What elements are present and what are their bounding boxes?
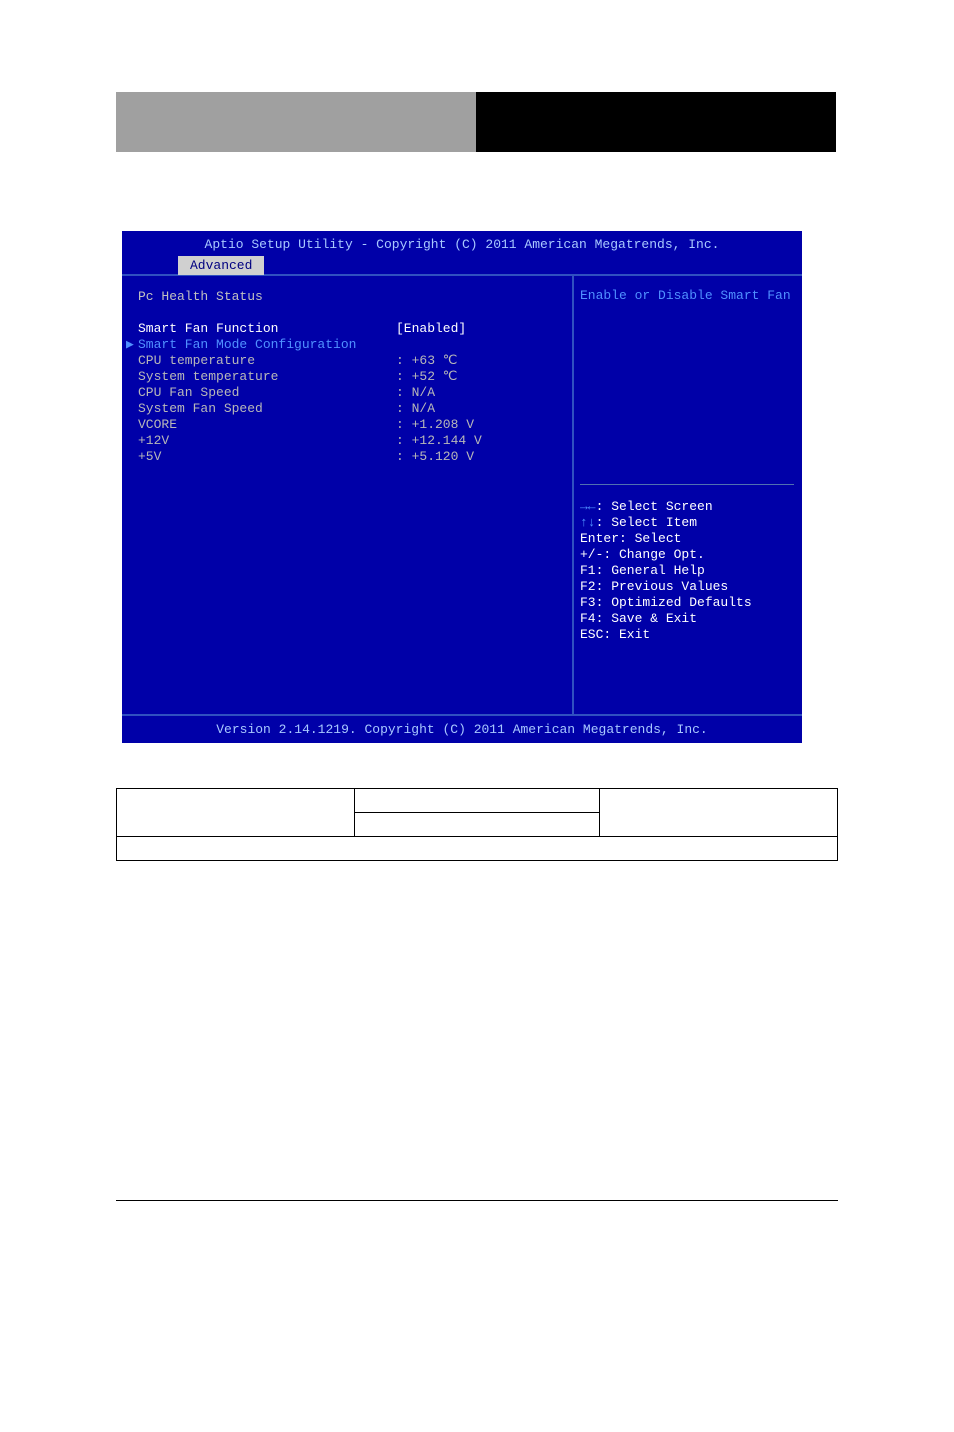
help-text: F4: Save & Exit — [580, 611, 697, 626]
row-cpu-temperature: CPU temperature : +63 ℃ — [138, 352, 572, 368]
row-value: : +63 ℃ — [396, 353, 457, 368]
row-value: : +5.120 V — [396, 449, 474, 464]
help-text: : Select Item — [596, 515, 697, 530]
bios-tab-row: Advanced — [122, 256, 802, 274]
row-label: VCORE — [138, 417, 396, 432]
table-cell — [117, 789, 355, 837]
row-system-temperature: System temperature : +52 ℃ — [138, 368, 572, 384]
header-left-box — [116, 92, 476, 152]
section-heading-label: Pc Health Status — [138, 289, 396, 304]
table-cell — [354, 789, 599, 813]
help-select-item: ↑↓: Select Item — [580, 515, 794, 531]
bios-footer: Version 2.14.1219. Copyright (C) 2011 Am… — [122, 714, 802, 743]
help-f3: F3: Optimized Defaults — [580, 595, 794, 611]
row-value: : N/A — [396, 401, 435, 416]
row-5v: +5V : +5.120 V — [138, 448, 572, 464]
bios-right-pane: Enable or Disable Smart Fan →←: Select S… — [574, 276, 800, 714]
help-f1: F1: General Help — [580, 563, 794, 579]
help-f4: F4: Save & Exit — [580, 611, 794, 627]
row-value: : N/A — [396, 385, 435, 400]
table-cell — [600, 789, 838, 837]
help-text: : Select Screen — [596, 499, 713, 514]
page-footer-line — [116, 1200, 838, 1201]
tab-advanced[interactable]: Advanced — [178, 256, 264, 275]
row-label: +5V — [138, 449, 396, 464]
table-row — [117, 789, 838, 813]
help-text: +/-: Change Opt. — [580, 547, 705, 562]
row-label: System temperature — [138, 369, 396, 384]
options-table — [116, 788, 838, 861]
row-label: CPU Fan Speed — [138, 385, 396, 400]
bios-body: Pc Health Status Smart Fan Function [Ena… — [122, 274, 802, 714]
bios-screenshot: Aptio Setup Utility - Copyright (C) 2011… — [122, 231, 802, 743]
spacer-row — [138, 304, 572, 320]
bios-key-help: →←: Select Screen ↑↓: Select Item Enter:… — [580, 484, 794, 643]
row-value: : +1.208 V — [396, 417, 474, 432]
row-smart-fan-mode-config[interactable]: ▶ Smart Fan Mode Configuration — [138, 336, 572, 352]
row-value: : +52 ℃ — [396, 369, 457, 384]
row-value: : +12.144 V — [396, 433, 482, 448]
header-right-box — [476, 92, 836, 152]
page-header-bar — [116, 92, 836, 152]
table-cell — [117, 837, 838, 861]
help-select-screen: →←: Select Screen — [580, 499, 794, 515]
help-text: F3: Optimized Defaults — [580, 595, 752, 610]
row-cpu-fan-speed: CPU Fan Speed : N/A — [138, 384, 572, 400]
bios-title: Aptio Setup Utility - Copyright (C) 2011… — [122, 231, 802, 256]
section-heading: Pc Health Status — [138, 288, 572, 304]
bios-left-pane: Pc Health Status Smart Fan Function [Ena… — [122, 276, 574, 714]
row-label: Smart Fan Mode Configuration — [138, 337, 396, 352]
table-cell — [354, 813, 599, 837]
help-change-opt: +/-: Change Opt. — [580, 547, 794, 563]
row-system-fan-speed: System Fan Speed : N/A — [138, 400, 572, 416]
submenu-pointer-icon: ▶ — [126, 337, 134, 352]
help-text: ESC: Exit — [580, 627, 650, 642]
help-description: Enable or Disable Smart Fan — [580, 288, 792, 303]
help-text: Enter: Select — [580, 531, 681, 546]
row-12v: +12V : +12.144 V — [138, 432, 572, 448]
row-label: +12V — [138, 433, 396, 448]
row-smart-fan-function[interactable]: Smart Fan Function [Enabled] — [138, 320, 572, 336]
arrow-lr-icon: →← — [580, 499, 596, 514]
help-f2: F2: Previous Values — [580, 579, 794, 595]
row-label: CPU temperature — [138, 353, 396, 368]
row-vcore: VCORE : +1.208 V — [138, 416, 572, 432]
table-row — [117, 837, 838, 861]
arrow-ud-icon: ↑↓ — [580, 515, 596, 530]
help-text: F2: Previous Values — [580, 579, 728, 594]
row-label: System Fan Speed — [138, 401, 396, 416]
help-esc: ESC: Exit — [580, 627, 794, 643]
row-value: [Enabled] — [396, 321, 466, 336]
help-enter: Enter: Select — [580, 531, 794, 547]
help-text: F1: General Help — [580, 563, 705, 578]
row-label: Smart Fan Function — [138, 321, 396, 336]
